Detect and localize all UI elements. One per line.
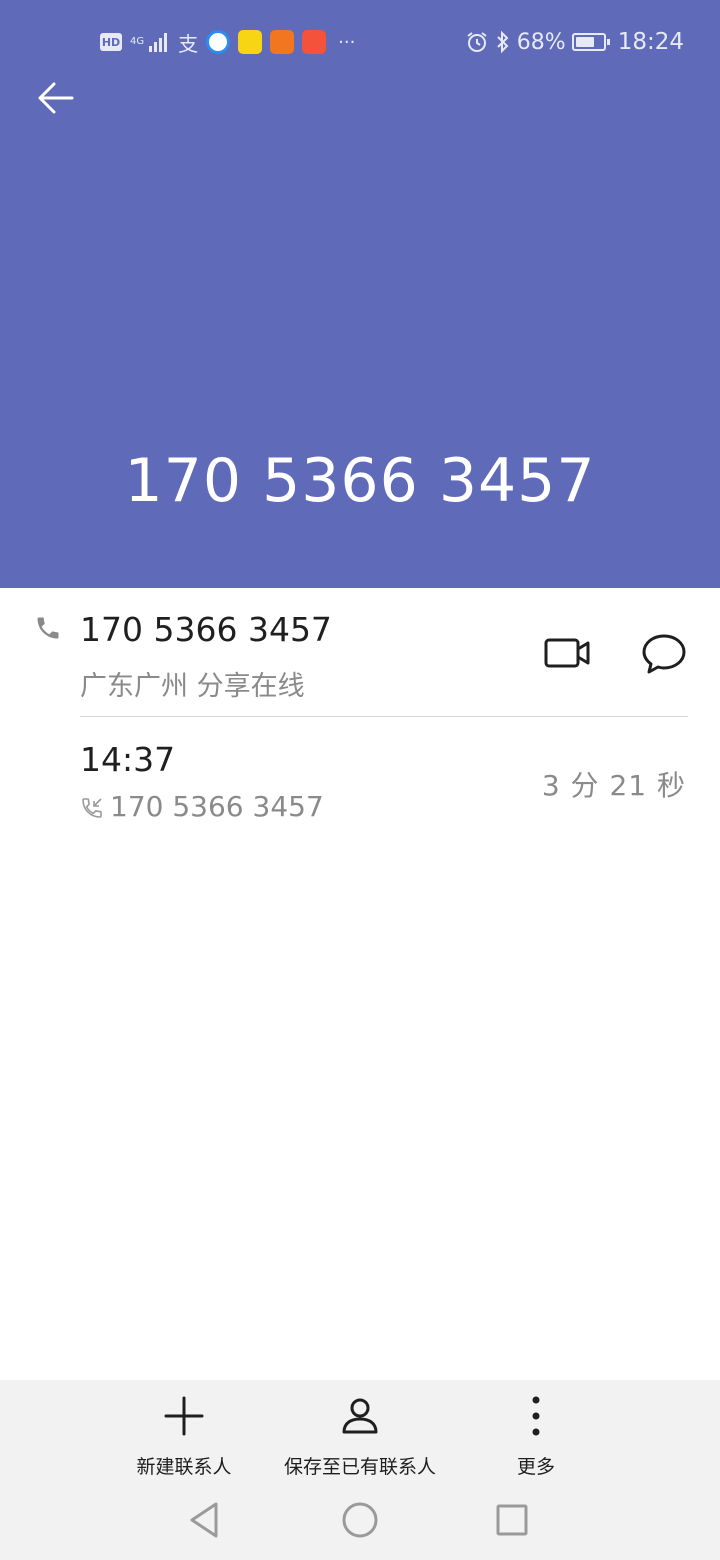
more-button[interactable]: 更多	[486, 1380, 586, 1480]
browser-icon	[206, 30, 231, 54]
call-log-time: 14:37	[80, 740, 176, 779]
status-time: 18:24	[617, 29, 684, 55]
number-location: 广东广州 分享在线	[80, 671, 305, 702]
new-contact-label: 新建联系人	[136, 1456, 232, 1478]
contact-header: HD 4G 支 ··· 68% 18:24 170 5366 3457	[0, 0, 720, 588]
contact-number[interactable]: 170 5366 3457	[80, 610, 332, 649]
music-icon	[238, 30, 263, 54]
status-bar: HD 4G 支 ··· 68% 18:24	[0, 0, 720, 84]
plus-icon	[164, 1396, 204, 1436]
hd-icon: HD	[100, 33, 122, 51]
call-duration: 3 分 21 秒	[541, 769, 686, 802]
more-vertical-icon	[532, 1396, 540, 1436]
bottom-action-bar: 新建联系人 保存至已有联系人 更多	[0, 1380, 720, 1560]
uc-browser-icon	[270, 30, 295, 54]
back-arrow-icon[interactable]	[30, 72, 82, 124]
call-log-number: 170 5366 3457	[110, 790, 324, 823]
save-to-existing-button[interactable]: 保存至已有联系人	[270, 1380, 450, 1480]
taobao-icon	[302, 30, 327, 54]
more-notifications-icon: ···	[338, 31, 356, 53]
back-triangle-icon[interactable]	[184, 1498, 228, 1542]
person-icon	[342, 1398, 378, 1434]
bluetooth-icon	[497, 30, 509, 54]
phone-icon	[37, 617, 59, 639]
alarm-icon	[467, 32, 487, 52]
signal-icon	[149, 33, 168, 52]
network-type-label: 4G	[130, 36, 145, 47]
header-phone-number: 170 5366 3457	[124, 446, 596, 516]
status-bar-right: 68% 18:24	[465, 28, 684, 56]
recent-square-icon[interactable]	[490, 1498, 534, 1542]
battery-percent: 68%	[516, 29, 566, 55]
save-to-existing-label: 保存至已有联系人	[283, 1456, 436, 1478]
battery-icon	[571, 33, 610, 51]
more-label: 更多	[516, 1456, 555, 1478]
new-contact-button[interactable]: 新建联系人	[124, 1380, 244, 1480]
status-bar-left: HD 4G 支 ···	[100, 28, 355, 56]
message-icon[interactable]	[640, 630, 688, 676]
divider	[80, 716, 688, 717]
home-circle-icon[interactable]	[338, 1498, 382, 1542]
incoming-call-icon	[82, 798, 102, 818]
video-call-icon[interactable]	[540, 632, 594, 674]
alipay-icon: 支	[178, 31, 199, 56]
